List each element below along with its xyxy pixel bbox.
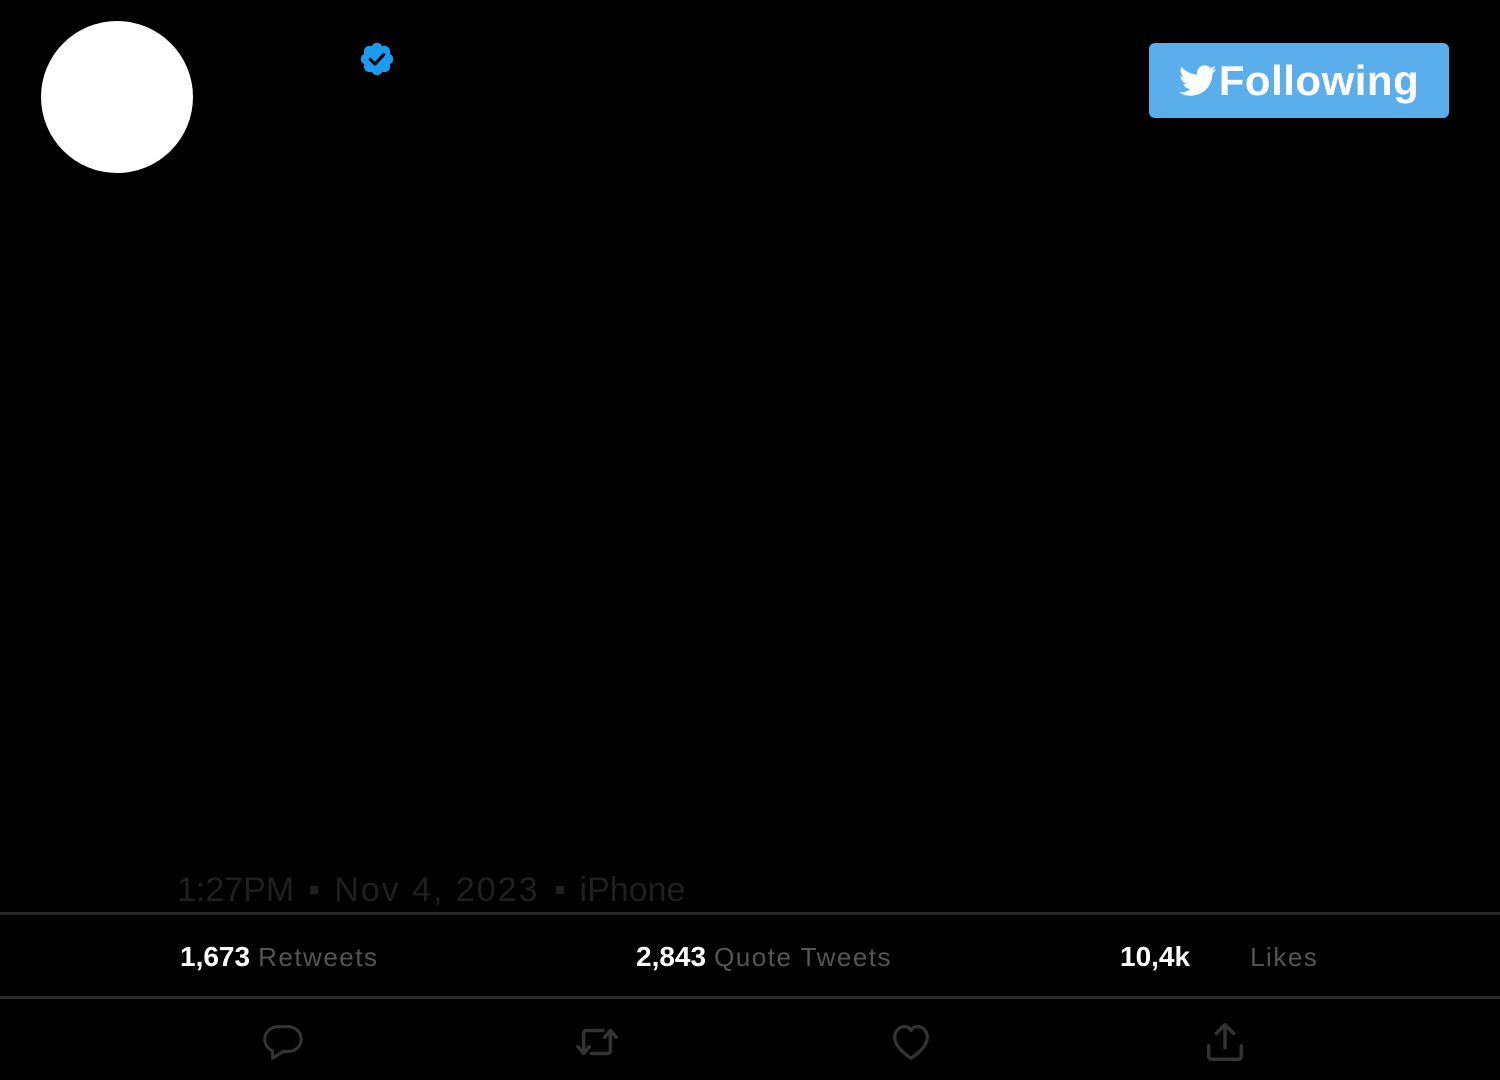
separator-dot [310, 886, 319, 894]
likes-label: Likes [1250, 941, 1319, 972]
retweets-count: 1,673 [180, 941, 251, 972]
likes-stat[interactable]: 10,4k Likes [1120, 938, 1318, 976]
reply-icon [263, 1025, 303, 1060]
quote-tweets-label: Quote Tweets [714, 941, 893, 972]
likes-count: 10,4k [1120, 941, 1191, 972]
tweet-time: 1:27PM [177, 870, 295, 909]
verified-badge-icon [360, 42, 394, 76]
tweet-source[interactable]: iPhone [580, 871, 686, 910]
quote-tweets-count: 2,843 [636, 941, 707, 972]
retweet-button[interactable] [573, 1018, 621, 1066]
retweet-icon [576, 1028, 618, 1056]
share-icon [1206, 1023, 1244, 1061]
quote-tweets-stat[interactable]: 2,843 Quote Tweets [636, 938, 892, 976]
reply-button[interactable] [259, 1018, 307, 1066]
twitter-bird-icon [1178, 64, 1217, 96]
following-label: Following [1218, 56, 1420, 104]
tweet-meta: 1:27PM Nov 4, 2023 iPhone [177, 870, 685, 910]
divider [0, 912, 1500, 915]
retweets-label: Retweets [258, 941, 379, 972]
avatar[interactable] [41, 21, 193, 173]
tweet-date: Nov 4, 2023 [334, 870, 540, 909]
divider [0, 996, 1500, 999]
retweets-stat[interactable]: 1,673 Retweets [180, 938, 378, 976]
share-button[interactable] [1201, 1018, 1249, 1066]
separator-dot [555, 886, 564, 894]
heart-icon [893, 1025, 929, 1060]
like-button[interactable] [887, 1018, 935, 1066]
following-button[interactable]: Following [1149, 43, 1449, 118]
tweet-card: Following 1:27PM Nov 4, 2023 iPhone 1,67… [0, 0, 1500, 1080]
